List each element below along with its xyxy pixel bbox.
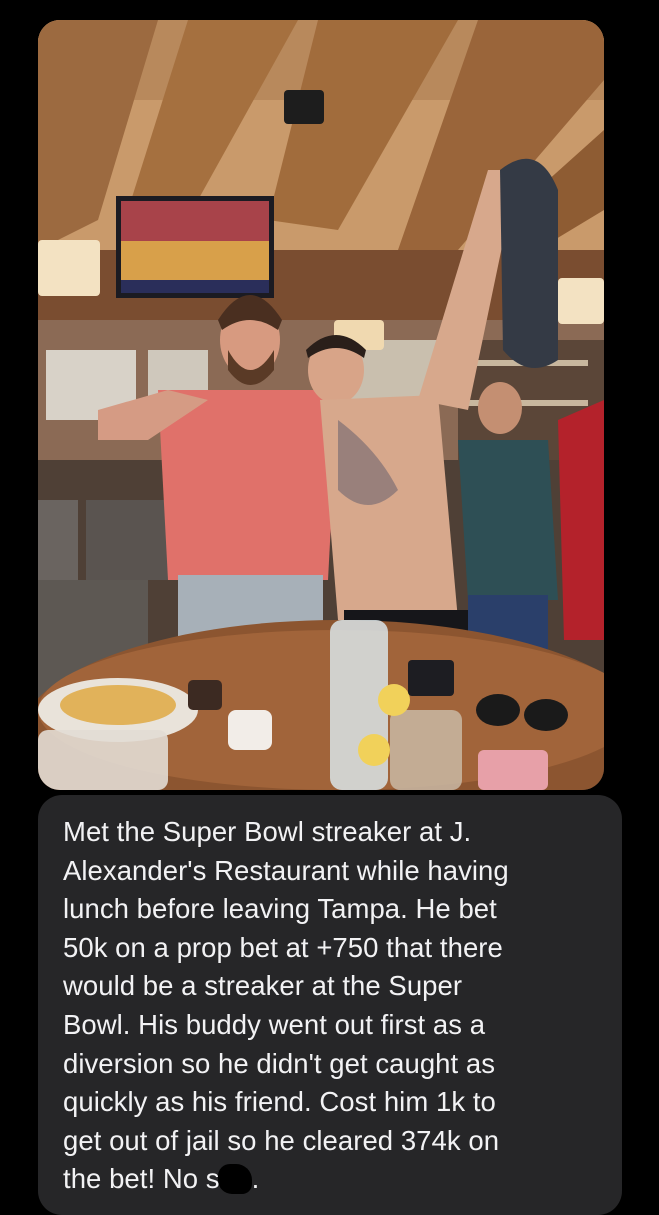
message-line-last: the bet! No s. xyxy=(63,1163,260,1195)
message-line: Alexander's Restaurant while having xyxy=(63,854,509,886)
restaurant-photo xyxy=(38,20,604,790)
message-text: Met the Super Bowl streaker at J. Alexan… xyxy=(63,813,598,1199)
censor-scribble xyxy=(217,1164,252,1195)
message-bubble[interactable]: Met the Super Bowl streaker at J. Alexan… xyxy=(38,795,622,1215)
message-line: would be a streaker at the Super xyxy=(63,970,463,1002)
message-line: 50k on a prop bet at +750 that there xyxy=(63,931,503,963)
message-line: Bowl. His buddy went out first as a xyxy=(63,1008,486,1040)
message-line: Met the Super Bowl streaker at J. xyxy=(63,816,472,847)
message-line: diversion so he didn't get caught as xyxy=(63,1047,496,1079)
message-line: get out of jail so he cleared 374k on xyxy=(63,1124,500,1156)
photo-attachment[interactable] xyxy=(38,20,604,790)
message-line: lunch before leaving Tampa. He bet xyxy=(63,893,497,925)
message-line: quickly as his friend. Cost him 1k to xyxy=(63,1086,496,1118)
message-thread: Met the Super Bowl streaker at J. Alexan… xyxy=(0,0,659,1215)
message-line-start: the bet! No s xyxy=(63,1163,220,1195)
message-line-end: . xyxy=(251,1163,260,1195)
